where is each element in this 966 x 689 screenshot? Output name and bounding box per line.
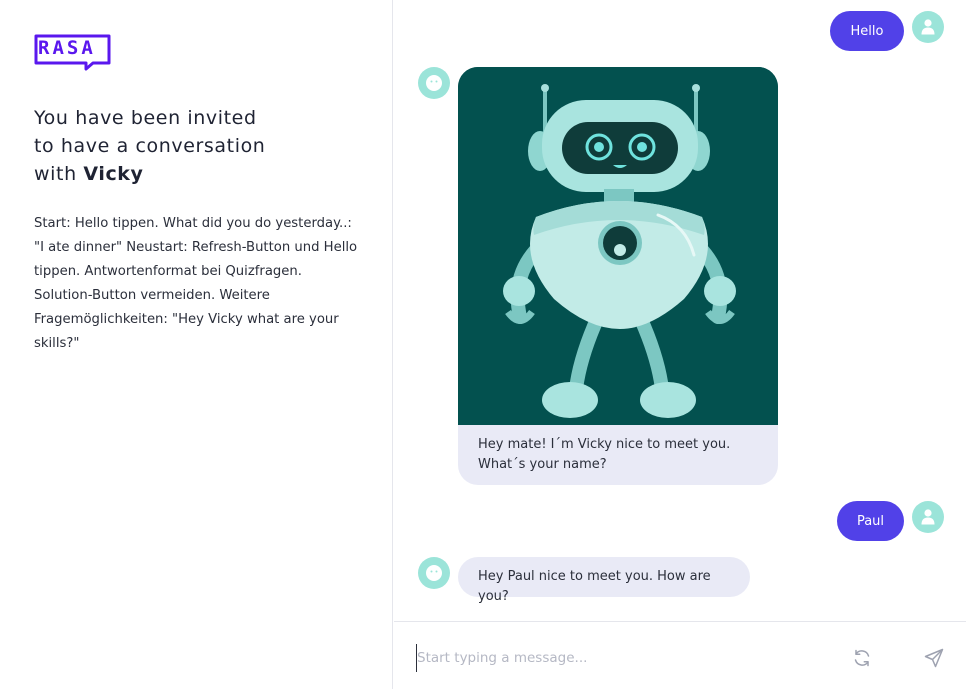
user-message-bubble: Hello xyxy=(830,11,904,51)
bot-image-card: Hey mate! I´m Vicky nice to meet you. Wh… xyxy=(458,67,778,485)
refresh-icon xyxy=(854,649,870,667)
logo-text: RASA xyxy=(38,37,96,59)
message-input[interactable] xyxy=(416,644,809,672)
chat-app: RASA You have been invited to have a con… xyxy=(0,0,966,689)
message-composer xyxy=(394,621,966,689)
robot-image xyxy=(458,67,778,425)
user-message-bubble: Paul xyxy=(837,501,904,541)
bot-message-text: Hey mate! I´m Vicky nice to meet you. Wh… xyxy=(478,437,731,472)
invite-line-3: with Vicky xyxy=(34,160,364,188)
bot-avatar xyxy=(418,557,450,589)
invite-heading: You have been invited to have a conversa… xyxy=(34,104,364,188)
user-icon xyxy=(921,19,935,35)
refresh-button[interactable] xyxy=(850,646,874,670)
bot-face-icon xyxy=(426,565,442,581)
user-icon xyxy=(921,509,935,525)
instructions-text: Start: Hello tippen. What did you do yes… xyxy=(34,216,358,351)
rasa-logo: RASA xyxy=(34,34,112,72)
info-panel: RASA You have been invited to have a con… xyxy=(0,0,393,689)
user-avatar xyxy=(912,501,944,533)
bot-message-bubble: Hey Paul nice to meet you. How are you? xyxy=(458,557,750,604)
user-avatar xyxy=(912,11,944,43)
send-icon xyxy=(924,648,944,668)
bot-avatar xyxy=(418,67,450,99)
chat-messages[interactable]: Hello Hey mate! I´m Vicky nice to meet y… xyxy=(394,0,966,689)
send-button[interactable] xyxy=(922,646,946,670)
invite-with: with xyxy=(34,163,77,185)
bot-face-icon xyxy=(426,75,442,91)
invite-line-2: to have a conversation xyxy=(34,135,266,157)
invite-line-1: You have been invited xyxy=(34,107,257,129)
bot-name: Vicky xyxy=(83,163,144,185)
